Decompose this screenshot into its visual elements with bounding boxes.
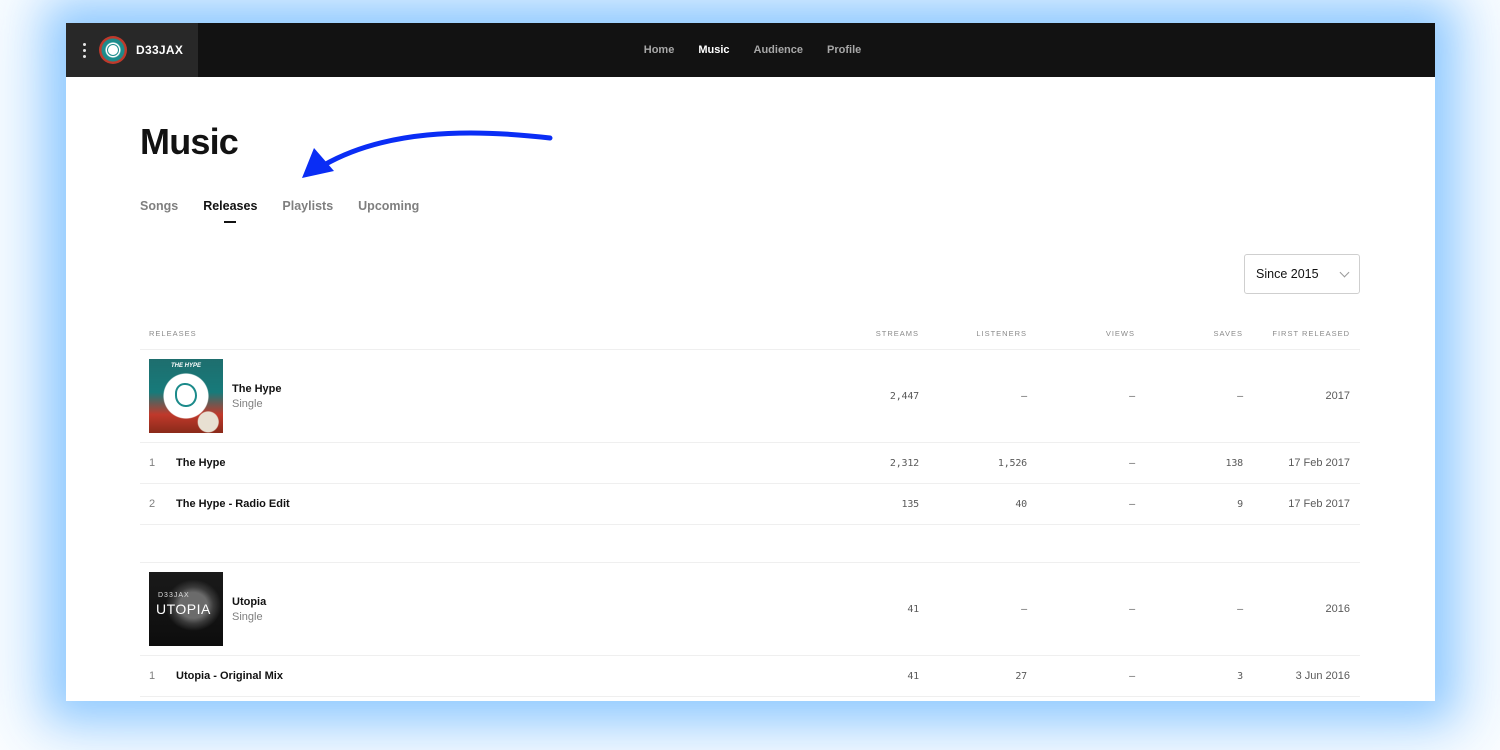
tab-playlists[interactable]: Playlists	[282, 199, 333, 213]
app-window: Home Music Audience Profile D33JAX Music…	[66, 23, 1435, 701]
release-title[interactable]: The Hype	[232, 383, 282, 395]
top-bar: Home Music Audience Profile D33JAX	[66, 23, 1435, 77]
track-streams: 41	[907, 670, 919, 682]
tab-releases[interactable]: Releases	[203, 199, 257, 213]
release-saves: —	[1237, 390, 1243, 402]
nav-music[interactable]: Music	[698, 44, 729, 56]
track-listeners: 40	[1015, 498, 1027, 510]
track-views: —	[1129, 457, 1135, 469]
track-row[interactable]: 1 The Hype 2,312 1,526 — 138 17 Feb 2017	[140, 443, 1360, 484]
track-title[interactable]: Utopia - Original Mix	[176, 670, 283, 682]
table-header: Releases Streams Listeners Views Saves F…	[140, 317, 1360, 350]
releases-table: Releases Streams Listeners Views Saves F…	[140, 317, 1360, 697]
track-first-released: 17 Feb 2017	[1288, 498, 1350, 510]
track-title[interactable]: The Hype	[176, 457, 226, 469]
header-streams[interactable]: Streams	[819, 329, 919, 338]
date-range-value: Since 2015	[1256, 267, 1319, 281]
track-streams: 135	[901, 498, 920, 510]
release-cover-art: THE HYPE	[149, 359, 223, 433]
release-views: —	[1129, 390, 1135, 402]
track-views: —	[1129, 670, 1135, 682]
release-streams: 41	[907, 603, 919, 615]
release-type: Single	[232, 397, 263, 410]
nav-home[interactable]: Home	[644, 44, 675, 56]
header-releases: Releases	[149, 328, 197, 338]
track-first-released: 3 Jun 2016	[1295, 670, 1350, 682]
header-views[interactable]: Views	[1027, 329, 1135, 338]
release-row[interactable]: THE HYPE The Hype Single 2,447 — — — 201…	[140, 350, 1360, 443]
track-saves: 9	[1237, 498, 1243, 510]
nav-profile[interactable]: Profile	[827, 44, 861, 56]
release-saves: —	[1237, 603, 1243, 615]
date-range-dropdown[interactable]: Since 2015	[1244, 254, 1360, 294]
release-separator	[140, 525, 1360, 563]
artist-avatar	[99, 36, 127, 64]
track-title[interactable]: The Hype - Radio Edit	[176, 498, 290, 510]
tab-songs[interactable]: Songs	[140, 199, 178, 213]
release-views: —	[1129, 603, 1135, 615]
track-saves: 138	[1225, 457, 1244, 469]
release-title[interactable]: Utopia	[232, 596, 266, 608]
track-saves: 3	[1237, 670, 1243, 682]
nav-audience[interactable]: Audience	[754, 44, 804, 56]
main-nav: Home Music Audience Profile	[66, 23, 1435, 77]
header-saves[interactable]: Saves	[1135, 329, 1243, 338]
release-first-released: 2016	[1325, 603, 1350, 615]
tab-upcoming[interactable]: Upcoming	[358, 199, 419, 213]
track-number: 1	[149, 457, 156, 469]
release-type: Single	[232, 610, 263, 623]
header-listeners[interactable]: Listeners	[919, 329, 1027, 338]
track-listeners: 1,526	[997, 457, 1027, 469]
release-first-released: 2017	[1325, 390, 1350, 402]
track-number: 1	[149, 670, 156, 682]
track-row[interactable]: 1 Utopia - Original Mix 41 27 — 3 3 Jun …	[140, 656, 1360, 697]
annotation-arrow-icon	[302, 130, 553, 178]
header-first-released[interactable]: First Released	[1243, 329, 1360, 338]
release-listeners: —	[1021, 390, 1027, 402]
track-row[interactable]: 2 The Hype - Radio Edit 135 40 — 9 17 Fe…	[140, 484, 1360, 525]
account-switcher[interactable]: D33JAX	[66, 23, 198, 77]
track-listeners: 27	[1015, 670, 1027, 682]
chevron-down-icon	[1339, 267, 1350, 277]
account-name: D33JAX	[136, 43, 184, 57]
lion-logo-icon	[175, 383, 197, 407]
release-listeners: —	[1021, 603, 1027, 615]
track-streams: 2,312	[889, 457, 919, 469]
track-views: —	[1129, 498, 1135, 510]
track-number: 2	[149, 498, 156, 510]
music-tabs: Songs Releases Playlists Upcoming	[140, 199, 419, 213]
release-row[interactable]: D33JAX UTOPIA Utopia Single 41 — — — 201…	[140, 563, 1360, 656]
more-options-icon[interactable]	[82, 42, 86, 58]
release-streams: 2,447	[889, 390, 919, 402]
release-cover-art: D33JAX UTOPIA	[149, 572, 223, 646]
page-title: Music	[140, 121, 239, 162]
track-first-released: 17 Feb 2017	[1288, 457, 1350, 469]
